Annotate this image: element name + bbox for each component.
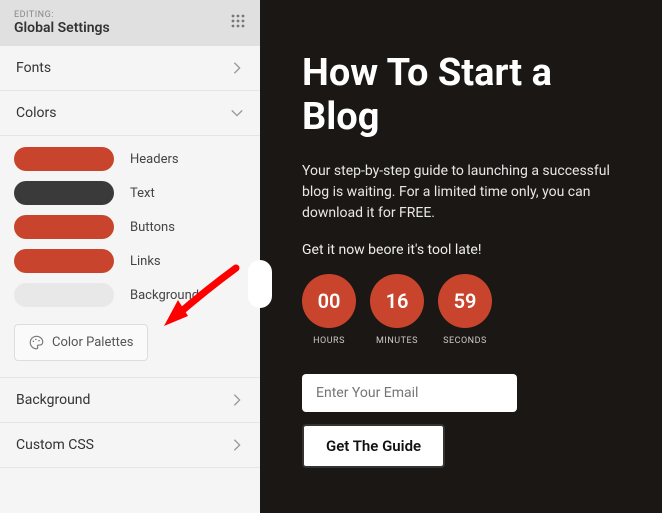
palette-icon (29, 335, 44, 350)
preview-description: Your step-by-step guide to launching a s… (302, 161, 624, 224)
colors-content: Headers Text Buttons Links Background Co… (0, 136, 260, 378)
countdown-label: MINUTES (370, 336, 424, 346)
section-label: Fonts (16, 60, 51, 76)
preview-urgency: Get it now beore it's tool late! (302, 242, 624, 258)
color-item-background[interactable]: Background (14, 278, 246, 312)
color-palettes-button[interactable]: Color Palettes (14, 324, 148, 361)
color-item-text[interactable]: Text (14, 176, 246, 210)
chevron-down-icon (230, 106, 244, 120)
section-label: Background (16, 392, 90, 408)
countdown-minutes: 16 MINUTES (370, 274, 424, 346)
color-swatch[interactable] (14, 249, 114, 273)
drag-handle-icon[interactable] (230, 13, 246, 33)
countdown-label: SECONDS (438, 336, 492, 346)
color-item-links[interactable]: Links (14, 244, 246, 278)
chevron-right-icon (230, 61, 244, 75)
color-item-headers[interactable]: Headers (14, 142, 246, 176)
countdown-value: 59 (438, 274, 492, 328)
section-colors[interactable]: Colors (0, 91, 260, 136)
sidebar: EDITING: Global Settings Fonts Colors He… (0, 0, 260, 513)
section-label: Colors (16, 105, 56, 121)
color-swatch[interactable] (14, 215, 114, 239)
email-field[interactable] (302, 374, 517, 412)
cta-button[interactable]: Get The Guide (302, 424, 445, 468)
chevron-right-icon (230, 393, 244, 407)
sidebar-header: EDITING: Global Settings (0, 0, 260, 46)
preview-canvas: How To Start a Blog Your step-by-step gu… (260, 0, 662, 513)
color-swatch[interactable] (14, 283, 114, 307)
countdown-value: 00 (302, 274, 356, 328)
section-custom-css[interactable]: Custom CSS (0, 423, 260, 468)
editing-label: EDITING: (14, 10, 110, 20)
section-background[interactable]: Background (0, 378, 260, 423)
color-swatch[interactable] (14, 147, 114, 171)
settings-title: Global Settings (14, 20, 110, 36)
section-fonts[interactable]: Fonts (0, 46, 260, 91)
countdown-value: 16 (370, 274, 424, 328)
panel-notch (248, 260, 272, 308)
color-label: Buttons (130, 220, 175, 235)
color-swatch[interactable] (14, 181, 114, 205)
countdown-seconds: 59 SECONDS (438, 274, 492, 346)
color-label: Headers (130, 152, 179, 167)
palettes-label: Color Palettes (52, 335, 133, 350)
color-label: Links (130, 254, 161, 269)
color-label: Text (130, 186, 155, 201)
chevron-right-icon (230, 438, 244, 452)
countdown: 00 HOURS 16 MINUTES 59 SECONDS (302, 274, 624, 346)
preview-heading: How To Start a Blog (302, 52, 624, 139)
color-item-buttons[interactable]: Buttons (14, 210, 246, 244)
countdown-label: HOURS (302, 336, 356, 346)
countdown-hours: 00 HOURS (302, 274, 356, 346)
color-label: Background (130, 288, 199, 303)
section-label: Custom CSS (16, 437, 94, 453)
